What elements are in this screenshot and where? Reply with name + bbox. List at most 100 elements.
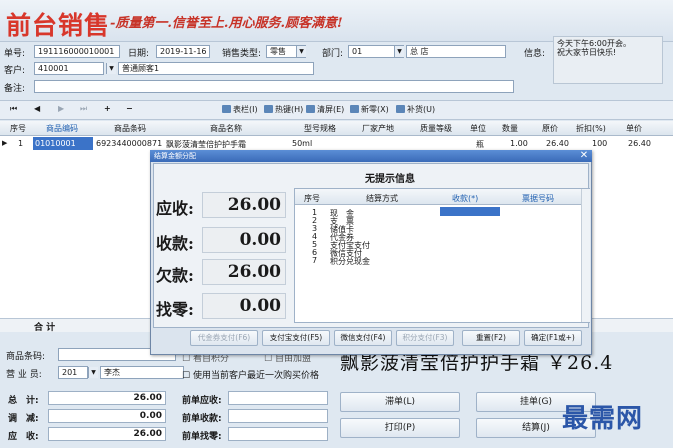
due-value: 26.00 — [202, 192, 286, 218]
points-checkbox-label: 看自积分 — [192, 354, 229, 364]
customer-name-field: 普通顾客1 — [118, 62, 314, 75]
new-retail-button[interactable]: 新零(X) — [350, 104, 389, 115]
join-checkbox-label: 自由加盟 — [274, 354, 311, 364]
total-row-label: 合 计 — [34, 323, 56, 333]
cell-barcode: 6923440000871 — [96, 139, 163, 148]
col-no[interactable]: 序号 — [10, 123, 26, 134]
col-unit-price[interactable]: 单价 — [626, 123, 642, 134]
clerk-code-field[interactable]: 201 — [58, 366, 88, 379]
wechat-pay-button[interactable]: 微信支付(F4) — [334, 330, 392, 346]
first-record-button[interactable]: ⏮ — [10, 104, 17, 114]
col-discount[interactable]: 折扣(%) — [576, 123, 606, 134]
owed-value: 26.00 — [202, 259, 286, 285]
restock-button[interactable]: 补货(U) — [396, 104, 435, 115]
restock-label: 补货(U) — [407, 105, 436, 114]
prev-change-box — [228, 427, 328, 441]
col-barcode[interactable]: 商品条码 — [114, 123, 146, 134]
hotkey-button[interactable]: 热键(H) — [264, 104, 303, 115]
col-qty[interactable]: 数量 — [502, 123, 518, 134]
cell-code[interactable]: 01010001 — [33, 137, 93, 150]
slogan: -质量第一.信誉至上.用心服务.顾客满意! — [110, 16, 343, 31]
received-value: 0.00 — [202, 227, 286, 253]
customer-code-field[interactable]: 410001 — [34, 62, 104, 75]
cell-spec: 50ml — [292, 139, 313, 148]
eraser-icon — [306, 105, 315, 113]
col-code[interactable]: 商品编码 — [46, 123, 78, 134]
col-maker[interactable]: 厂家产地 — [362, 123, 394, 134]
columns-button[interactable]: 表栏(I) — [222, 104, 258, 115]
clerk-label: 营 业 员: — [6, 370, 42, 380]
total-label: 总 计: — [8, 396, 39, 406]
dept-label: 部门: — [322, 49, 344, 59]
new-retail-label: 新零(X) — [361, 105, 389, 114]
new-doc-icon — [350, 105, 359, 113]
chevron-down-icon[interactable]: ▼ — [394, 46, 404, 57]
sale-type-value: 零售 — [270, 47, 286, 56]
adjust-value: 0.00 — [139, 411, 162, 421]
owed-label: 欠款: — [156, 266, 194, 285]
customer-label: 客户: — [4, 66, 26, 76]
barcode-label: 商品条码: — [6, 352, 46, 362]
received-label: 收款: — [156, 234, 194, 253]
print-button[interactable]: 打印(P) — [340, 418, 460, 438]
clerk-name-field: 李杰 — [100, 366, 184, 379]
delete-row-button[interactable]: − — [126, 104, 133, 113]
payment-scrollbar[interactable] — [581, 189, 590, 322]
pending-button[interactable]: 滞单(L) — [340, 392, 460, 412]
cell-name: 飘影菠清莹倍护护手霜 — [166, 140, 246, 149]
chevron-down-icon[interactable]: ▼ — [296, 46, 306, 57]
info-label: 信息: — [524, 49, 546, 59]
prev-receivable-label: 前单应收: — [182, 396, 222, 406]
cell-qty: 1.00 — [510, 139, 528, 148]
confirm-button[interactable]: 确定(F1或+) — [524, 330, 582, 346]
pay-row-method[interactable]: 积分兑现金 — [330, 256, 370, 267]
chevron-down-icon[interactable]: ▼ — [106, 63, 116, 74]
dept-name-field: 总 店 — [406, 45, 506, 58]
date-label: 日期: — [128, 49, 150, 59]
clear-screen-label: 清屏(E) — [317, 105, 345, 114]
date-field[interactable]: 2019-11-16 — [156, 45, 210, 58]
keyboard-icon — [264, 105, 273, 113]
prev-record-button[interactable]: ◀ — [34, 104, 40, 113]
prev-receivable-box — [228, 391, 328, 405]
prev-received-box — [228, 409, 328, 423]
grid-header — [0, 121, 673, 136]
reset-button[interactable]: 重置(F2) — [462, 330, 520, 346]
last-price-checkbox[interactable]: ☐ 使用当前客户最近一次购买价格 — [182, 368, 319, 381]
chevron-down-icon[interactable]: ▼ — [88, 367, 98, 378]
close-icon[interactable]: ✕ — [578, 150, 590, 162]
prev-change-label: 前单找零: — [182, 432, 222, 442]
voucher-pay-button[interactable]: 代金券支付(F6) — [190, 330, 258, 346]
pay-col-method[interactable]: 结算方式 — [366, 193, 398, 204]
col-quality[interactable]: 质量等级 — [420, 123, 452, 134]
total-value: 26.00 — [133, 393, 162, 403]
col-spec[interactable]: 型号规格 — [304, 123, 336, 134]
col-price[interactable]: 原价 — [542, 123, 558, 134]
last-record-button[interactable]: ⏭ — [80, 104, 87, 114]
pay-col-amount[interactable]: 收款(*) — [452, 193, 478, 204]
cell-no: 1 — [18, 139, 24, 148]
columns-label: 表栏(I) — [233, 105, 258, 114]
clear-screen-button[interactable]: 清屏(E) — [306, 104, 344, 115]
add-row-button[interactable]: + — [104, 104, 111, 113]
dialog-title: 结算金额分配 — [150, 150, 592, 162]
doc-no-field[interactable]: 191116000010001 — [34, 45, 120, 58]
col-name[interactable]: 商品名称 — [210, 123, 242, 134]
next-record-button[interactable]: ▶ — [58, 104, 64, 113]
prev-received-label: 前单收款: — [182, 414, 222, 424]
receivable-value: 26.00 — [133, 429, 162, 439]
amount-cell-active[interactable] — [440, 207, 500, 216]
pay-col-ticket[interactable]: 票据号码 — [522, 193, 554, 204]
col-unit[interactable]: 单位 — [470, 123, 486, 134]
alipay-button[interactable]: 支付宝支付(F5) — [262, 330, 330, 346]
table-icon — [222, 105, 231, 113]
remark-label: 备注: — [4, 84, 26, 94]
points-pay-button[interactable]: 积分支付(F3) — [396, 330, 454, 346]
remark-field[interactable] — [34, 80, 514, 93]
pay-col-no[interactable]: 序号 — [304, 193, 320, 204]
cell-unit-price: 26.40 — [628, 139, 651, 148]
receivable-label: 应 收: — [8, 432, 39, 442]
sale-type-label: 销售类型: — [222, 49, 262, 59]
watermark-logo: 最需网 — [562, 404, 644, 434]
dialog-heading: 无提示信息 — [365, 174, 415, 185]
